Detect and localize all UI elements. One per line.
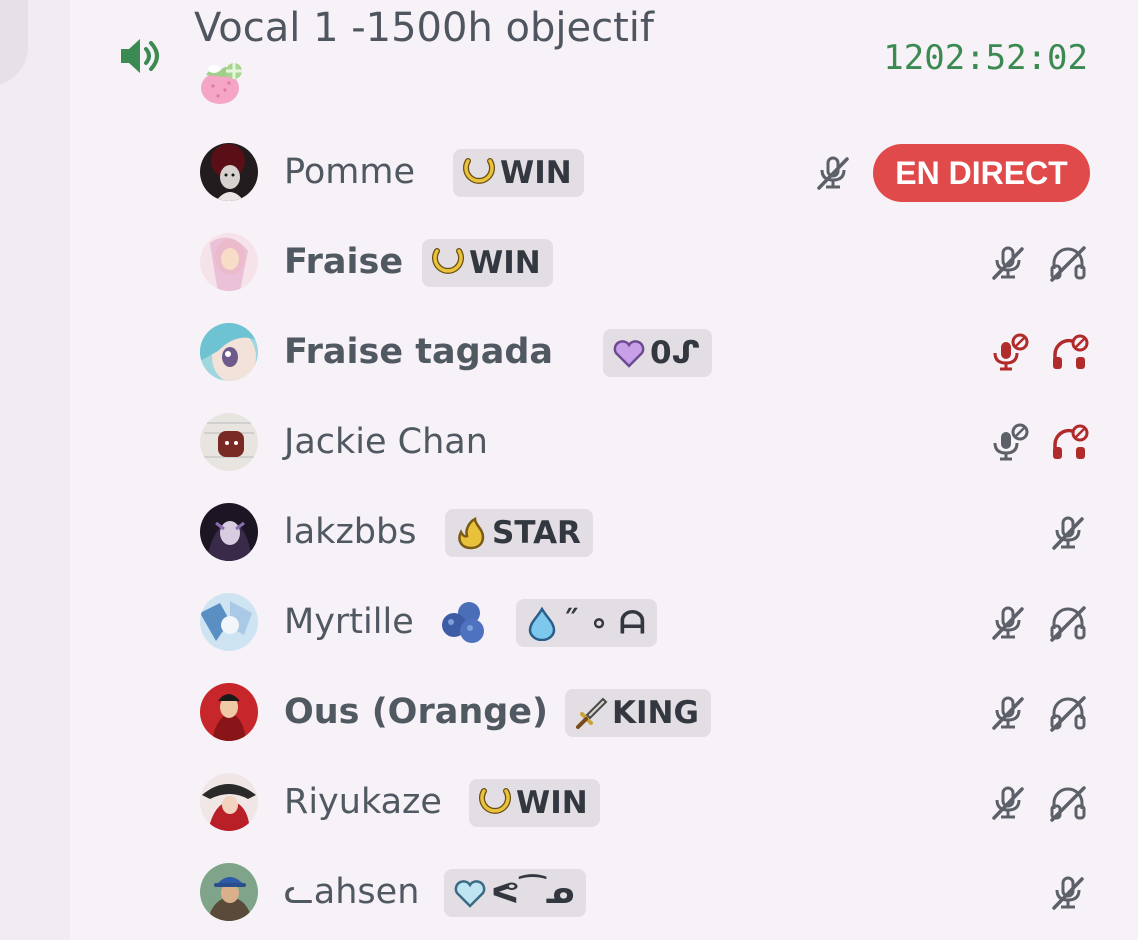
strawberry-emoji [201,63,242,104]
avatar[interactable] [200,503,258,561]
server-tag[interactable]: WIN [422,239,553,287]
server-tag[interactable]: 0ᔑ [603,329,713,377]
avatar[interactable] [200,593,258,651]
member-name: Fraise tagada [284,332,553,372]
member-name: Fraise [284,242,404,282]
mic-server-muted-icon [993,333,1029,371]
mic-muted-icon [992,246,1024,280]
member-name: Pomme [284,152,415,192]
server-tag-label: STAR [492,515,581,551]
channel-title: Vocal 1 -1500h objectif [194,5,654,51]
speaker-icon [121,39,159,73]
sword-icon [576,697,608,729]
mic-muted-icon [817,156,849,190]
avatar[interactable] [200,413,258,471]
server-tag-label: ˝ ∘ ᗩ [563,604,646,641]
mic-muted-icon [992,696,1024,730]
avatar[interactable] [200,323,258,381]
server-tag-label: WIN [500,155,572,191]
voice-member[interactable]: Fraise tagada 0ᔑ [0,308,1138,398]
mic-muted-icon [992,606,1024,640]
server-tag[interactable]: WIN [469,779,600,827]
server-tag-label: KING [612,695,699,731]
voice-member[interactable]: Fraise WIN [0,218,1138,308]
crescent-moon-icon [463,158,495,184]
headset-deafened-icon [1050,786,1086,822]
mic-server-muted-icon [993,423,1029,461]
headset-deafened-icon [1050,246,1086,282]
blueberry-emoji [442,602,484,643]
live-badge[interactable]: EN DIRECT [873,144,1090,202]
member-name: Riyukaze [284,782,442,822]
headset-server-deafened-icon [1053,424,1089,459]
member-name: Myrtille [284,602,414,642]
member-name: Jackie Chan [284,422,488,462]
server-tag-label: WIN [469,245,541,281]
member-name: ᓚahsen [284,872,420,912]
server-tag[interactable]: ˝ ∘ ᗩ [516,599,658,647]
mic-muted-icon [1052,876,1084,910]
avatar[interactable] [200,863,258,921]
avatar[interactable] [200,683,258,741]
voice-member[interactable]: Riyukaze WIN [0,758,1138,848]
server-tag[interactable]: WIN [453,149,584,197]
water-drop-icon [528,606,556,641]
purple-heart-icon [613,340,645,368]
avatar[interactable] [200,233,258,291]
mic-muted-icon [1052,516,1084,550]
headset-server-deafened-icon [1053,334,1089,369]
crescent-moon-icon [432,248,464,274]
voice-member[interactable]: Ous (Orange) KING [0,668,1138,758]
call-timer: 1202:52:02 [883,38,1088,78]
server-tag-label: WIN [516,785,588,821]
voice-channel-header[interactable]: Vocal 1 -1500h objectif 1202:52:02 [0,0,1138,120]
server-tag-label: 0ᔑ [650,335,701,371]
mic-muted-icon [992,786,1024,820]
member-name: Ous (Orange) [284,692,549,732]
headset-deafened-icon [1050,606,1086,642]
server-tag[interactable]: ᕙ⁀ᓄ [444,869,587,917]
crescent-moon-icon [479,788,511,814]
light-blue-heart-icon [454,880,486,908]
flame-icon [458,516,485,550]
voice-member[interactable]: Jackie Chan [0,398,1138,488]
headset-deafened-icon [1050,696,1086,732]
voice-member[interactable]: lakzbbs STAR [0,488,1138,578]
voice-member[interactable]: Myrtille ˝ ∘ ᗩ [0,578,1138,668]
avatar[interactable] [200,143,258,201]
voice-member[interactable]: Pomme WIN EN DIRECT [0,128,1138,218]
server-tag[interactable]: STAR [445,509,593,557]
avatar[interactable] [200,773,258,831]
server-tag-label: ᕙ⁀ᓄ [491,875,575,911]
server-tag[interactable]: KING [565,689,711,737]
member-name: lakzbbs [284,512,417,552]
voice-member[interactable]: ᓚahsen ᕙ⁀ᓄ [0,848,1138,938]
